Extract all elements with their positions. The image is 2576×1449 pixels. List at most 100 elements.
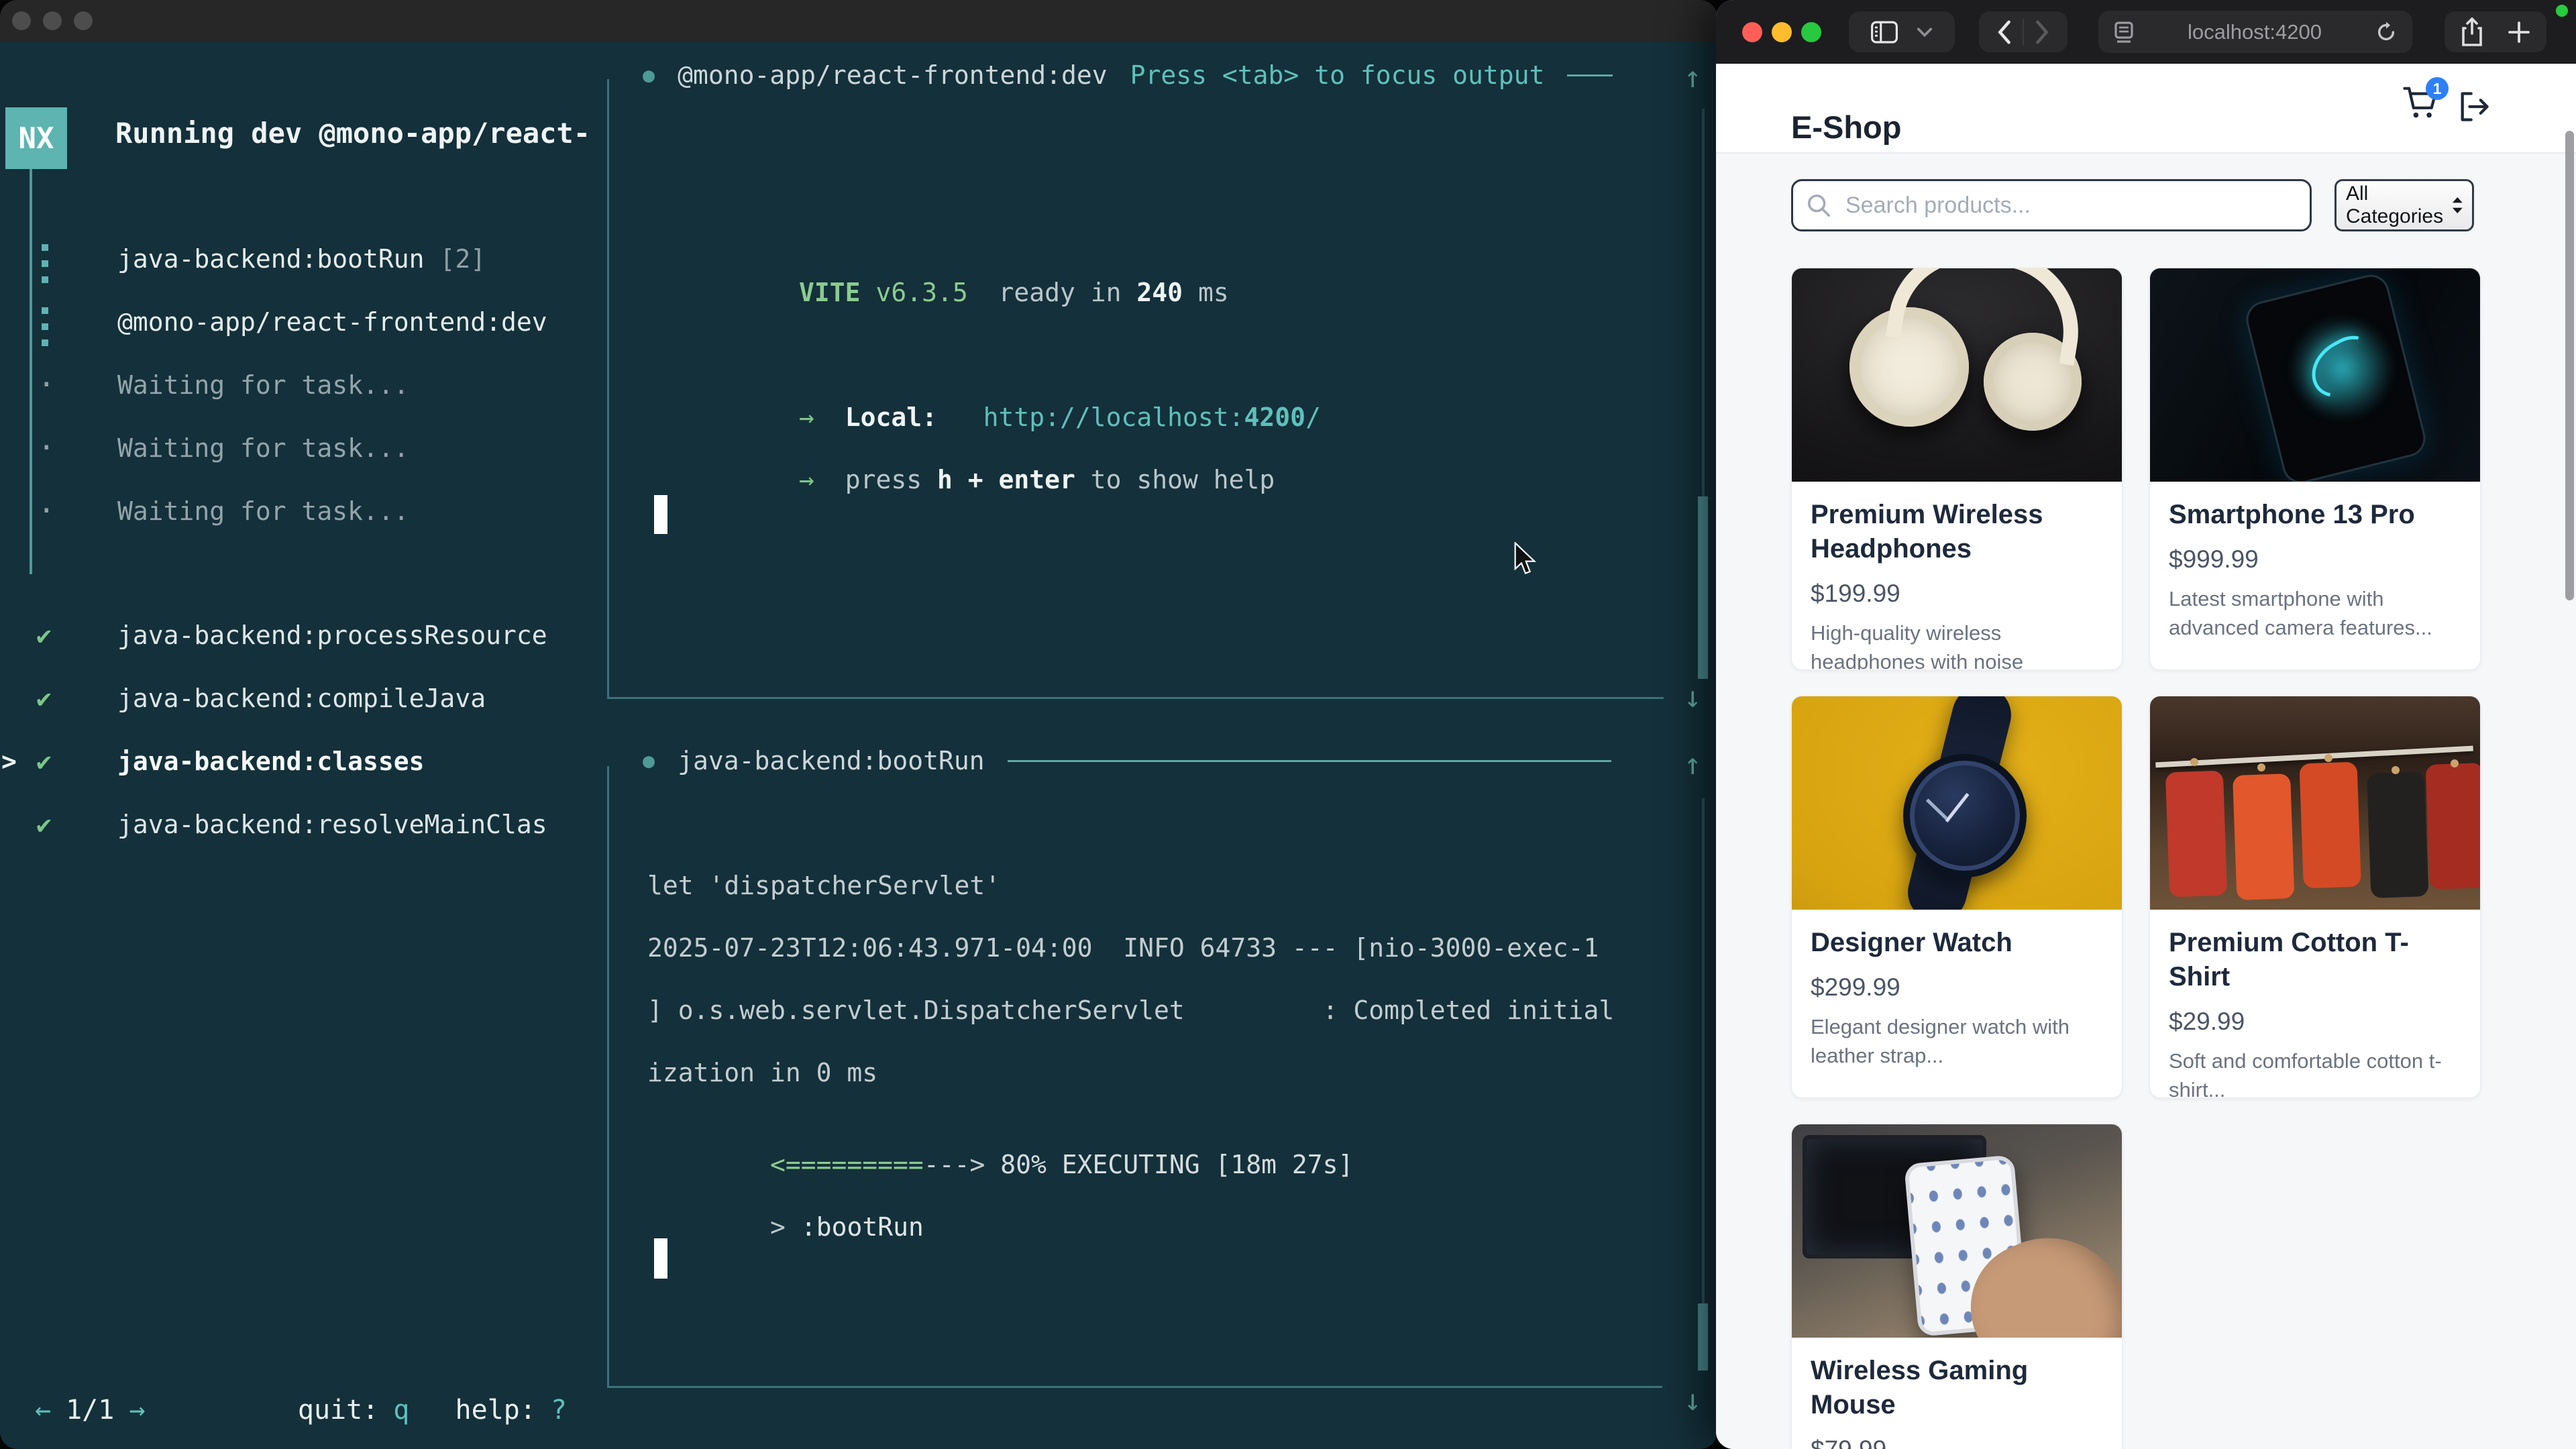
task-row-running[interactable]: java-backend:bootRun [2] [0, 232, 604, 295]
product-name: Premium Cotton T-Shirt [2169, 926, 2461, 994]
close-window-icon[interactable] [1742, 22, 1762, 42]
log-line: ] o.s.web.servlet.DispatcherServlet : Co… [647, 996, 1614, 1058]
waiting-dot-icon: · [38, 368, 56, 402]
log-line: ization in 0 ms [647, 1058, 1614, 1120]
close-window-icon[interactable] [12, 11, 31, 30]
terminal-window-controls[interactable] [12, 11, 93, 30]
title-rule [1567, 74, 1613, 76]
logout-button[interactable] [2457, 89, 2491, 127]
product-card[interactable]: Premium Cotton T-Shirt $29.99 Soft and c… [2149, 696, 2481, 1098]
address-bar[interactable]: localhost:4200 [2098, 11, 2412, 53]
help-key: ? [551, 1395, 567, 1426]
product-card[interactable]: Smartphone 13 Pro $999.99 Latest smartph… [2149, 268, 2481, 670]
minimize-window-icon[interactable] [43, 11, 62, 30]
product-description: Soft and comfortable cotton t-shirt... [2169, 1046, 2461, 1098]
image-shape [2155, 746, 2473, 768]
product-price: $299.99 [1811, 973, 2103, 1002]
product-card[interactable]: Wireless Gaming Mouse $79.99 High-perfor… [1791, 1124, 2123, 1449]
task-row-waiting[interactable]: · Waiting for task... [0, 484, 604, 547]
terminal-body: NX Running dev @mono-app/react- java-bac… [0, 42, 1717, 1449]
spinner-icon [42, 323, 48, 330]
search-input[interactable] [1791, 179, 2312, 231]
browser-toolbar: localhost:4200 [1716, 0, 2576, 64]
zoom-window-icon[interactable] [1801, 22, 1821, 42]
scroll-up-icon: ↑ [1684, 60, 1702, 95]
url-text: localhost:4200 [2188, 20, 2322, 44]
running-task-list: java-backend:bootRun [2] @mono-app/react… [0, 232, 604, 547]
log-line: 2025-07-23T12:06:43.971-04:00 INFO 64733… [647, 933, 1614, 996]
product-name: Designer Watch [1811, 926, 2103, 960]
task-row-done[interactable]: > ✔ java-backend:resolveMainClas [0, 798, 604, 861]
logout-icon [2457, 89, 2491, 124]
check-icon: ✔ [36, 684, 52, 713]
reader-icon[interactable] [2113, 21, 2135, 44]
help-label: help: [455, 1395, 535, 1426]
shop-title: E-Shop [1791, 109, 1901, 146]
scrollbar-thumb [1698, 1303, 1708, 1371]
screen: NX Running dev @mono-app/react- java-bac… [0, 0, 2576, 1449]
product-description: Latest smartphone with advanced camera f… [2169, 584, 2461, 643]
screen-indicator-dot [2556, 5, 2568, 17]
product-image [2150, 268, 2480, 482]
task-row-running[interactable]: @mono-app/react-frontend:dev [0, 295, 604, 358]
forward-icon[interactable] [2035, 19, 2051, 45]
output-box-title-frontend[interactable]: ● @mono-app/react-frontend:dev Press <ta… [643, 60, 1613, 90]
task-row-waiting[interactable]: · Waiting for task... [0, 421, 604, 484]
page-scrollbar-thumb[interactable] [2565, 131, 2574, 600]
reload-icon[interactable] [2375, 21, 2398, 44]
pager-count: 1/1 [66, 1395, 114, 1426]
share-icon[interactable] [2460, 17, 2484, 47]
terminal-titlebar[interactable] [0, 0, 1717, 42]
toolbar-action-group [2445, 11, 2546, 52]
shop-page: E-Shop 1 [1716, 64, 2576, 1449]
product-card[interactable]: Premium Wireless Headphones $199.99 High… [1791, 268, 2123, 670]
product-image [1792, 1124, 2122, 1338]
output-box-border [607, 79, 609, 699]
product-name: Smartphone 13 Pro [2169, 498, 2461, 532]
output-box-border [607, 1386, 1662, 1388]
cart-button[interactable]: 1 [2402, 84, 2449, 131]
arrow-icon: → [799, 402, 814, 432]
scroll-up-icon: ↑ [1684, 747, 1702, 782]
shop-header: E-Shop 1 [1716, 64, 2576, 154]
backend-log: let 'dispatcherServlet' 2025-07-23T12:06… [647, 871, 1614, 1120]
browser-window-controls[interactable] [1742, 22, 1821, 42]
output-box-border [607, 697, 1664, 699]
check-icon: ✔ [36, 621, 52, 650]
output-box-title-backend[interactable]: ● java-backend:bootRun [643, 746, 1611, 775]
category-select[interactable]: All Categories [2334, 179, 2474, 231]
vite-help-line: → press h + enter to show help [676, 435, 1275, 524]
product-grid: Premium Wireless Headphones $199.99 High… [1791, 268, 2482, 1449]
gradle-prompt-line: > :bootRun [647, 1183, 924, 1271]
zoom-window-icon[interactable] [74, 11, 93, 30]
check-icon: ✔ [36, 747, 52, 776]
terminal-window: NX Running dev @mono-app/react- java-bac… [0, 0, 1717, 1449]
task-row-done[interactable]: > ✔ java-backend:compileJava [0, 672, 604, 735]
image-shape [2190, 758, 2198, 766]
task-row-done[interactable]: > ✔ java-backend:processResource [0, 608, 604, 672]
local-url[interactable]: http://localhost:4200/ [983, 402, 1321, 432]
terminal-cursor [654, 495, 667, 534]
pager-left-icon: ← [35, 1395, 51, 1426]
new-tab-icon[interactable] [2507, 20, 2531, 44]
vite-ready-line: VITE v6.3.5 ready in 240 ms [676, 248, 1229, 337]
task-bullet-icon: ● [643, 64, 655, 87]
minimize-window-icon[interactable] [1772, 22, 1792, 42]
scrollbar-track [1702, 798, 1705, 1370]
product-price: $199.99 [1811, 580, 2103, 608]
product-image [1792, 268, 2122, 482]
chevron-down-icon[interactable] [1916, 26, 1933, 38]
product-price: $79.99 [1811, 1436, 2103, 1449]
sidebar-icon[interactable] [1870, 20, 1898, 44]
check-icon: ✔ [36, 810, 52, 839]
product-name: Premium Wireless Headphones [1811, 498, 2103, 566]
quit-key: q [393, 1395, 409, 1426]
spinner-icon [42, 260, 48, 267]
product-card[interactable]: Designer Watch $299.99 Elegant designer … [1791, 696, 2123, 1098]
back-icon[interactable] [1996, 19, 2012, 45]
task-row-waiting[interactable]: · Waiting for task... [0, 358, 604, 421]
task-bullet-icon: ● [643, 749, 655, 773]
task-row-done[interactable]: > ✔ java-backend:classes [0, 735, 604, 798]
image-shape [1903, 754, 2027, 877]
product-description: Elegant designer watch with leather stra… [1811, 1012, 2103, 1071]
